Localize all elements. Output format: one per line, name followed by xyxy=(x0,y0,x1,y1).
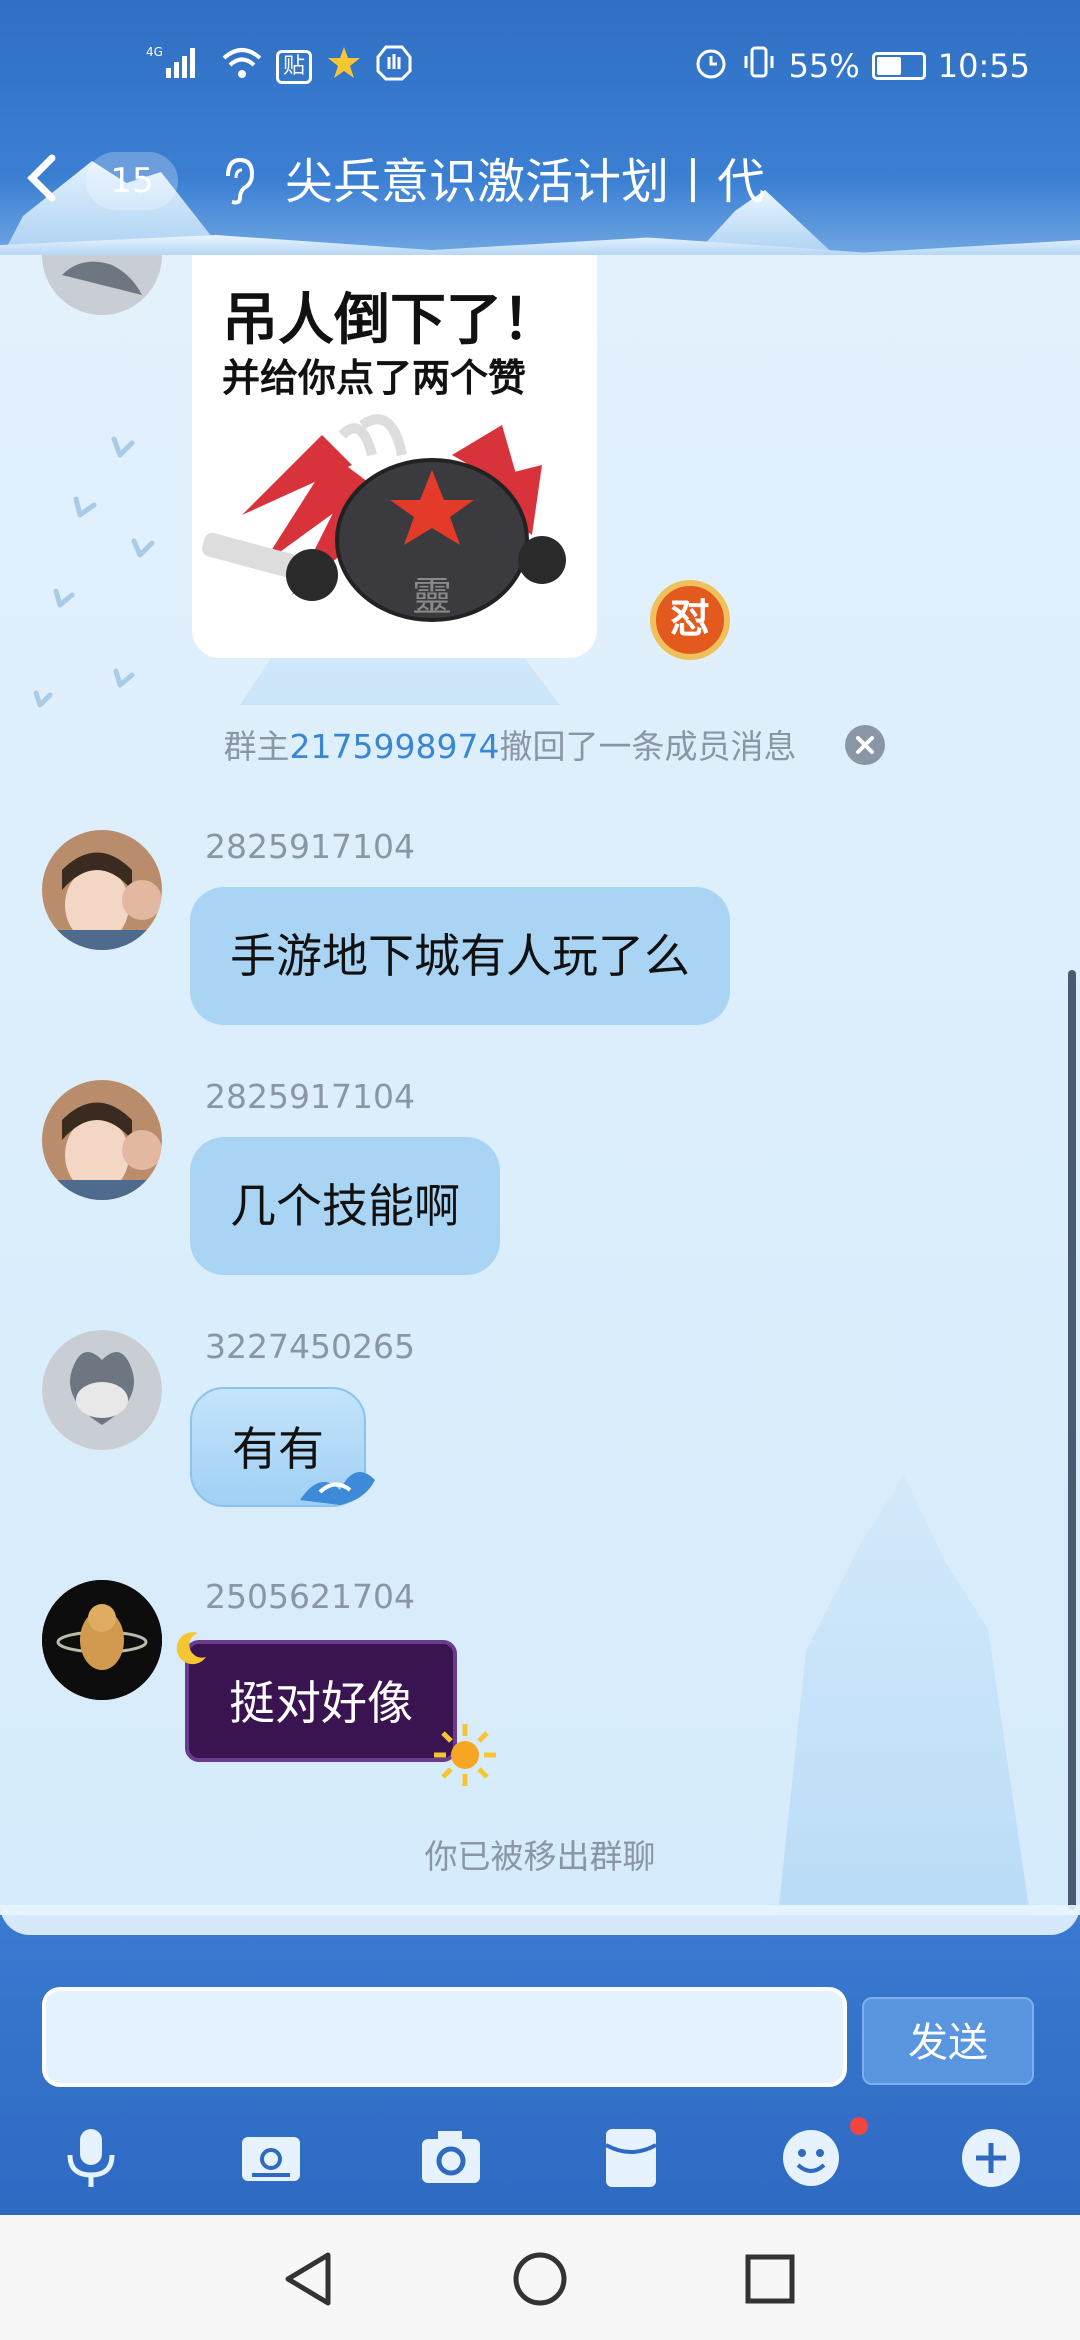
system-nav-bar xyxy=(0,2215,1080,2340)
message-bubble[interactable]: 挺对好像 xyxy=(185,1640,457,1762)
chevron-left-icon xyxy=(27,154,56,202)
camera-icon[interactable] xyxy=(418,2125,484,2191)
title-bar: 15 尖兵意识激活计划丨代 xyxy=(0,140,1080,235)
sender-name: 2825917104 xyxy=(205,1077,415,1116)
sender-name: 2825917104 xyxy=(205,827,415,866)
wifi-icon xyxy=(222,46,262,88)
nav-home-icon[interactable] xyxy=(508,2247,572,2311)
status-bar: 4G 贴 55% 10:55 xyxy=(0,30,1080,100)
signal-icon: 4G xyxy=(146,44,208,90)
sun-icon xyxy=(434,1724,496,1786)
avatar[interactable] xyxy=(42,1580,162,1700)
message-text: 挺对好像 xyxy=(229,1676,413,1730)
nav-back-icon[interactable] xyxy=(278,2247,342,2311)
message-text: 手游地下城有人玩了么 xyxy=(230,929,690,983)
hand-icon xyxy=(376,45,412,89)
message-bubble[interactable]: 手游地下城有人玩了么 xyxy=(190,887,730,1025)
back-button[interactable] xyxy=(12,150,72,210)
unread-count-badge[interactable]: 15 xyxy=(86,152,178,210)
close-icon[interactable] xyxy=(845,725,885,765)
alarm-icon xyxy=(693,44,729,88)
wave-decoration xyxy=(0,1905,1080,1935)
chat-title[interactable]: 尖兵意识激活计划丨代 xyxy=(285,150,765,214)
avatar[interactable] xyxy=(42,1080,162,1200)
emoji-icon[interactable] xyxy=(778,2125,844,2191)
sender-name: 3227450265 xyxy=(205,1327,415,1366)
wave-decoration-icon xyxy=(300,1472,375,1505)
battery-percent: 55% xyxy=(788,47,860,85)
nav-recents-icon[interactable] xyxy=(738,2247,802,2311)
sticker-image: 靈 xyxy=(202,414,566,622)
clock-time: 10:55 xyxy=(937,47,1030,85)
send-button[interactable]: 发送 xyxy=(862,1997,1034,2085)
header: 4G 贴 55% 10:55 15 尖兵意识激活计划丨代 xyxy=(0,0,1080,255)
ear-icon[interactable] xyxy=(218,156,258,206)
star-badge-icon xyxy=(326,45,362,89)
sticker-hat-char: 靈 xyxy=(412,574,452,620)
avatar[interactable] xyxy=(42,255,162,315)
avatar[interactable] xyxy=(42,1330,162,1450)
scrollbar[interactable] xyxy=(1068,970,1076,1910)
plus-icon[interactable] xyxy=(958,2125,1024,2191)
sender-name: 2505621704 xyxy=(205,1577,415,1616)
sticker-message[interactable]: 吊人倒下了！ 并给你点了两个赞 靈 xyxy=(192,255,597,658)
iceberg-decoration xyxy=(0,235,1080,255)
input-panel: 发送 xyxy=(0,1905,1080,2215)
recall-notice: 群主2175998974撤回了一条成员消息 xyxy=(223,727,797,766)
sticker-app-icon: 贴 xyxy=(276,50,313,84)
removed-notice: 你已被移出群聊 xyxy=(424,1837,656,1876)
member-title-badge: 怼 xyxy=(650,580,730,660)
birds-decoration xyxy=(33,436,155,708)
microphone-icon[interactable] xyxy=(58,2125,124,2191)
chat-message-list[interactable]: 吊人倒下了！ 并给你点了两个赞 靈 怼 群主2175998974撤回了一条成员消… xyxy=(0,255,1080,1915)
message-bubble[interactable]: 几个技能啊 xyxy=(190,1137,500,1275)
vibrate-icon xyxy=(741,44,777,88)
avatar[interactable] xyxy=(42,830,162,950)
sticker-caption-line1: 吊人倒下了！ xyxy=(222,288,558,353)
red-packet-icon[interactable] xyxy=(598,2125,664,2191)
image-icon[interactable] xyxy=(238,2125,304,2191)
moon-icon xyxy=(176,1632,206,1665)
notification-dot xyxy=(850,2117,868,2135)
sticker-caption-line2: 并给你点了两个赞 xyxy=(222,356,527,400)
svg-text:4G: 4G xyxy=(146,45,163,59)
battery-icon xyxy=(871,52,926,80)
recall-user-link[interactable]: 2175998974 xyxy=(290,727,500,766)
message-input[interactable] xyxy=(42,1987,847,2087)
message-text: 几个技能啊 xyxy=(230,1179,460,1233)
badge-char: 怼 xyxy=(670,596,710,642)
